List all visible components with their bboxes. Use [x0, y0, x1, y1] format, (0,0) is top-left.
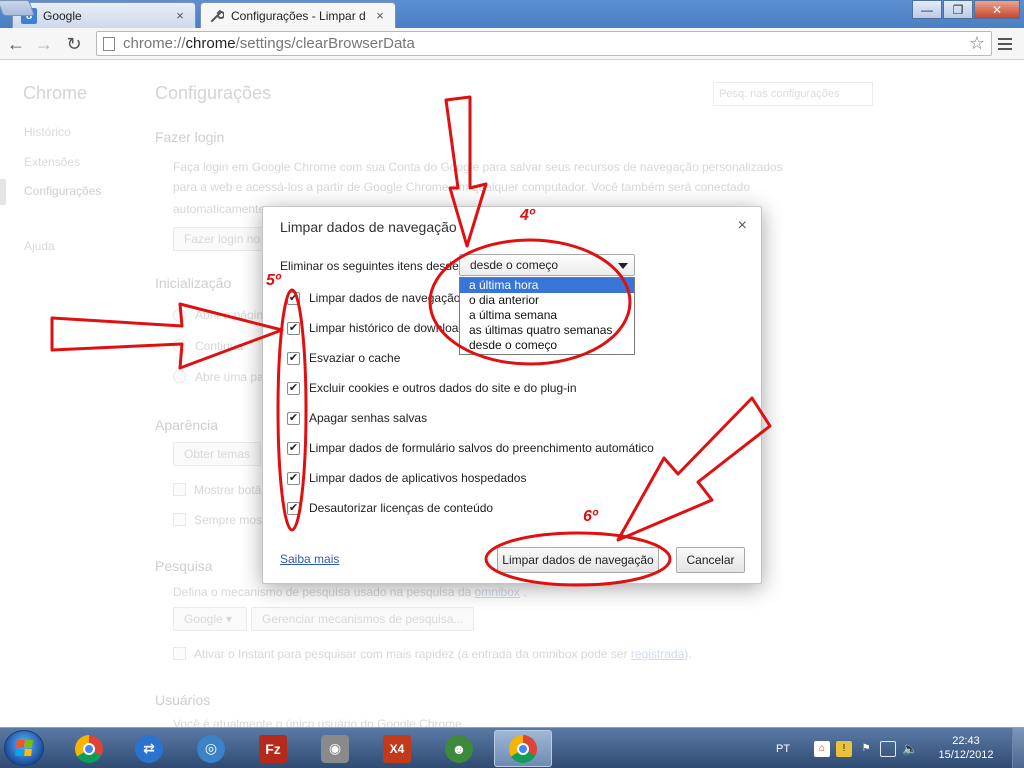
checkbox[interactable]: ✔	[287, 411, 300, 425]
url-scheme: chrome://	[123, 35, 186, 52]
monitor-icon[interactable]	[880, 740, 897, 757]
show-desktop-button[interactable]	[1012, 728, 1024, 768]
dropdown-option[interactable]: o dia anterior	[460, 293, 634, 308]
filezilla-icon: Fz	[259, 734, 287, 763]
delete-passwords-option[interactable]: ✔ Apagar senhas salvas	[287, 409, 427, 427]
checkbox-label: Esvaziar o cache	[309, 351, 401, 365]
close-icon[interactable]: ×	[738, 217, 747, 235]
taskbar-app-teamviewer[interactable]: ⇄	[120, 730, 178, 767]
title-bar: 8 Google × Configurações - Limpar d × — …	[0, 0, 1024, 28]
chevron-down-icon	[618, 263, 628, 269]
taskbar-app-x4[interactable]: X4	[368, 730, 426, 767]
reload-icon[interactable]: ↻	[62, 32, 86, 56]
dropdown-option[interactable]: a última hora	[460, 278, 634, 293]
chrome-menu-icon[interactable]	[994, 32, 1016, 56]
checkbox-label: Desautorizar licenças de conteúdo	[309, 501, 494, 515]
delete-cookies-option[interactable]: ✔ Excluir cookies e outros dados do site…	[287, 379, 577, 397]
annotation-step-5: 5º	[266, 272, 281, 289]
dropdown-option[interactable]: desde o começo	[460, 338, 634, 353]
checkbox-label: Excluir cookies e outros dados do site e…	[309, 381, 577, 395]
forward-arrow-icon[interactable]: →	[32, 32, 56, 56]
dialog-title: Limpar dados de navegação	[280, 219, 457, 235]
checkbox-label: Limpar histórico de download	[309, 321, 466, 335]
clear-download-history-option[interactable]: ✔ Limpar histórico de download	[287, 319, 465, 337]
windows-logo-icon	[15, 740, 33, 756]
app-swirl-icon: ◎	[197, 734, 225, 763]
checkbox[interactable]: ✔	[287, 381, 300, 395]
clear-form-data-option[interactable]: ✔ Limpar dados de formulário salvos do p…	[287, 439, 654, 457]
back-arrow-icon[interactable]: ←	[4, 32, 28, 56]
clear-history-option[interactable]: ✔ Limpar dados de navegação	[287, 289, 460, 307]
maximize-button[interactable]: ❐	[943, 0, 973, 19]
checkbox[interactable]: ✔	[287, 291, 300, 305]
taskbar-app-filezilla[interactable]: Fz	[244, 730, 302, 767]
time-range-dropdown: a última hora o dia anterior a última se…	[459, 277, 635, 355]
annotation-step-6: 6º	[583, 508, 598, 525]
dropdown-option[interactable]: as últimas quatro semanas	[460, 323, 634, 338]
page-icon	[103, 36, 115, 51]
minimize-button[interactable]: —	[912, 0, 942, 19]
tab-settings[interactable]: Configurações - Limpar d ×	[200, 2, 396, 28]
taskbar-app-swirl[interactable]: ◎	[182, 730, 240, 767]
learn-more-link[interactable]: Saiba mais	[280, 552, 339, 566]
taskbar-app-chrome-active[interactable]	[494, 730, 552, 767]
deauthorize-licenses-option[interactable]: ✔ Desautorizar licenças de conteúdo	[287, 499, 493, 517]
tab-title: Configurações - Limpar d	[231, 8, 366, 23]
checkbox[interactable]: ✔	[287, 441, 300, 455]
wrench-icon	[209, 8, 225, 24]
clock[interactable]: 22:43 15/12/2012	[930, 734, 1002, 762]
close-tab-icon[interactable]: ×	[173, 8, 187, 23]
checkbox-label: Limpar dados de formulário salvos do pre…	[309, 441, 654, 455]
flag-icon[interactable]: ⚑	[858, 741, 874, 757]
clear-browsing-data-dialog: Limpar dados de navegação × Eliminar os …	[262, 206, 762, 584]
taskbar: ⇄ ◎ Fz ◉ X4 ☻ PT ⌂ ! ⚑ 🔈 22:43 15/12/201…	[0, 727, 1024, 768]
cancel-button[interactable]: Cancelar	[676, 547, 745, 573]
tab-google[interactable]: 8 Google ×	[12, 2, 196, 28]
clear-hosted-app-data-option[interactable]: ✔ Limpar dados de aplicativos hospedados	[287, 469, 526, 487]
checkbox[interactable]: ✔	[287, 501, 300, 515]
window-controls: — ❐ ✕	[911, 0, 1020, 19]
system-tray: PT ⌂ ! ⚑ 🔈	[776, 728, 924, 768]
taskbar-app-users[interactable]: ☻	[430, 730, 488, 767]
address-bar[interactable]: chrome://chrome/settings/clearBrowserDat…	[96, 31, 992, 56]
url-host: chrome	[185, 35, 236, 52]
url-path: /settings/clearBrowserData	[235, 35, 415, 52]
language-indicator[interactable]: PT	[776, 743, 790, 755]
new-tab-button[interactable]	[0, 0, 35, 16]
antivirus-icon[interactable]: ⌂	[814, 740, 831, 757]
checkbox-label: Limpar dados de aplicativos hospedados	[309, 471, 527, 485]
tab-title: Google	[43, 8, 82, 23]
teamviewer-icon: ⇄	[135, 734, 163, 763]
checkbox-label: Limpar dados de navegação	[309, 291, 461, 305]
checkbox-label: Apagar senhas salvas	[309, 411, 428, 425]
annotation-step-4: 4º	[520, 207, 535, 224]
scanner-icon: ◉	[321, 734, 349, 763]
chrome-active-icon	[509, 734, 537, 763]
users-icon: ☻	[445, 734, 473, 763]
browser-toolbar: ← → ↻ chrome://chrome/settings/clearBrow…	[0, 28, 1024, 60]
checkbox[interactable]: ✔	[287, 321, 300, 335]
time-range-value: desde o começo	[470, 258, 559, 272]
x4-icon: X4	[383, 734, 411, 763]
close-window-button[interactable]: ✕	[974, 0, 1020, 19]
time-range-select[interactable]: desde o começo	[459, 254, 635, 276]
taskbar-app-scanner[interactable]: ◉	[306, 730, 364, 767]
close-tab-icon[interactable]: ×	[373, 8, 387, 23]
bookmark-star-icon[interactable]: ☆	[969, 33, 985, 54]
start-button[interactable]	[4, 730, 44, 766]
taskbar-app-chrome[interactable]	[60, 730, 118, 767]
time-range-label: Eliminar os seguintes itens desde:	[280, 259, 463, 273]
clock-date: 15/12/2012	[938, 749, 994, 761]
clock-time: 22:43	[952, 735, 980, 747]
empty-cache-option[interactable]: ✔ Esvaziar o cache	[287, 349, 400, 367]
clear-browsing-data-button[interactable]: Limpar dados de navegação	[497, 547, 659, 573]
checkbox[interactable]: ✔	[287, 471, 300, 485]
dropdown-option[interactable]: a última semana	[460, 308, 634, 323]
checkbox[interactable]: ✔	[287, 351, 300, 365]
network-status-icon[interactable]: !	[836, 740, 853, 757]
chrome-icon	[75, 734, 103, 763]
volume-icon[interactable]: 🔈	[902, 741, 918, 757]
